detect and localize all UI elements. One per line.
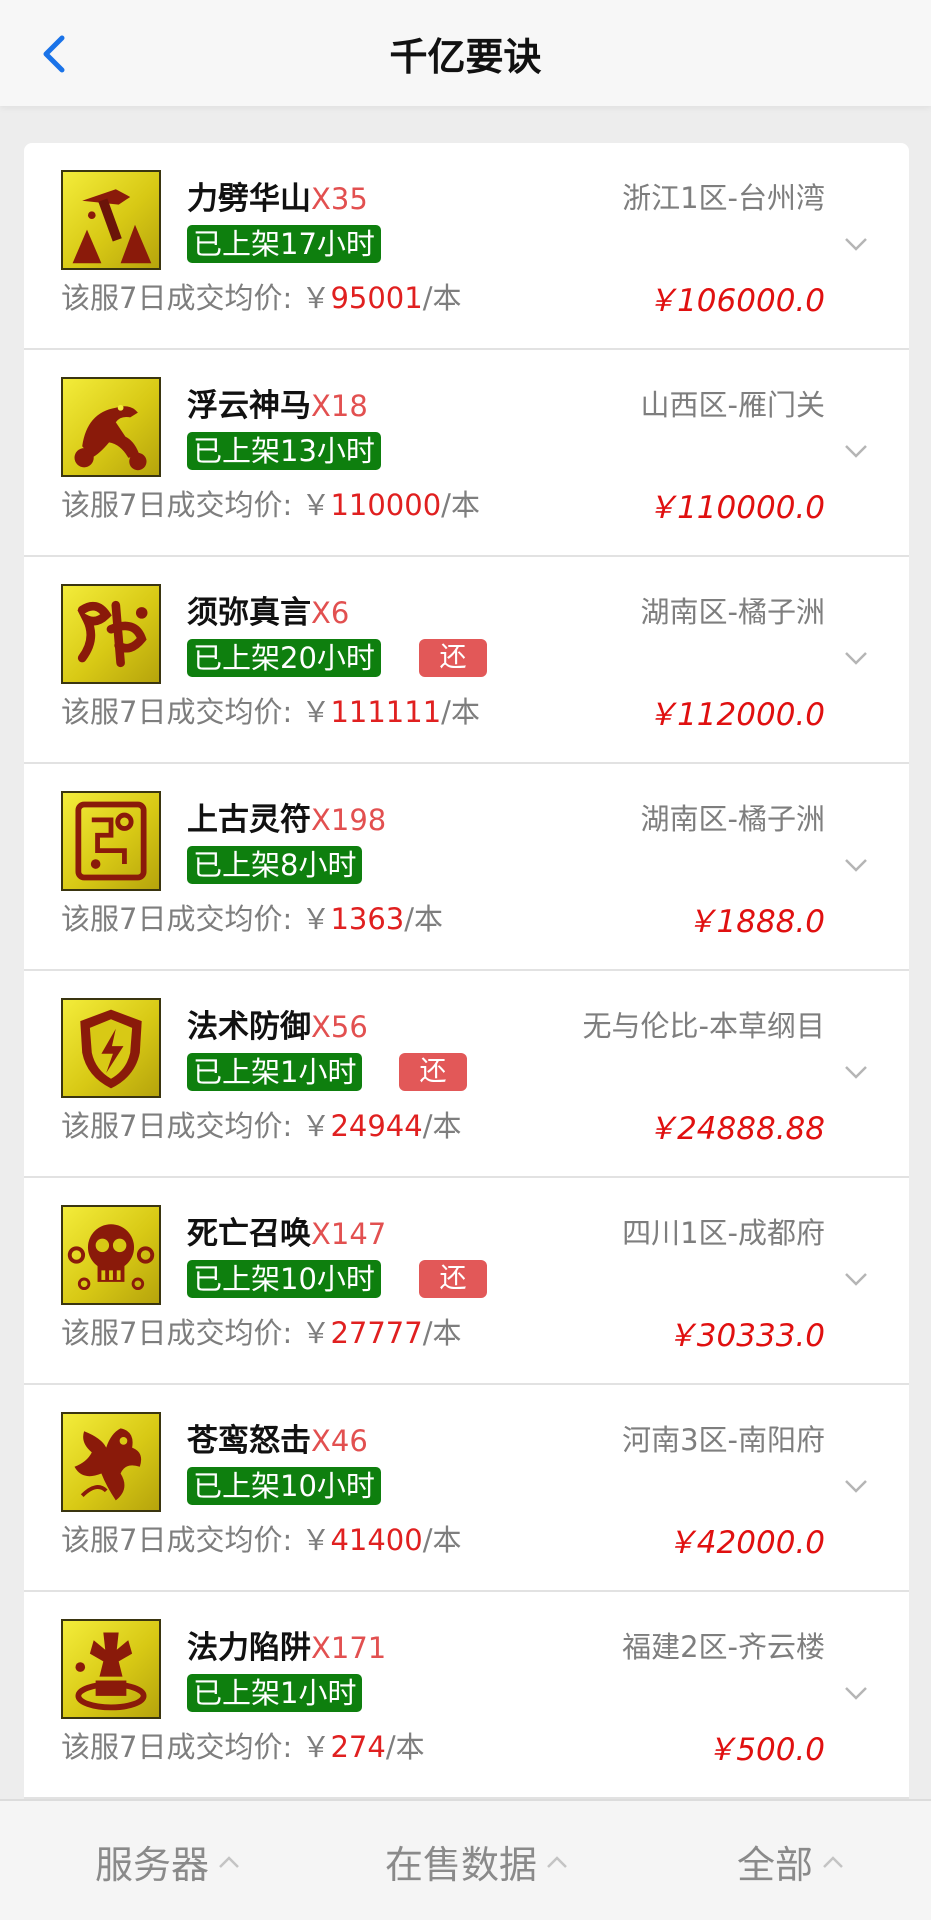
list-item[interactable]: 法力陷阱X171 福建2区-齐云楼 已上架1小时 该服7日成交均价: ￥274/… <box>24 1592 909 1799</box>
chevron-down-icon[interactable] <box>843 1270 869 1288</box>
mantra-icon <box>61 584 161 684</box>
listed-time-badge: 已上架10小时 <box>187 1467 381 1505</box>
chevron-down-icon[interactable] <box>843 856 869 874</box>
server-name: 福建2区-齐云楼 <box>622 1630 825 1664</box>
chevron-up-icon <box>547 1855 567 1868</box>
avg-price-text: 该服7日成交均价: ￥110000/本 <box>61 488 480 522</box>
server-name: 河南3区-南阳府 <box>622 1423 825 1457</box>
list-item[interactable]: 浮云神马X18 山西区-雁门关 已上架13小时 该服7日成交均价: ￥11000… <box>24 350 909 557</box>
listed-time-badge: 已上架1小时 <box>187 1674 363 1712</box>
avg-price-text: 该服7日成交均价: ￥111111/本 <box>61 695 480 729</box>
tab-all[interactable]: 全部 <box>737 1801 845 1920</box>
avg-price-text: 该服7日成交均价: ￥41400/本 <box>61 1523 462 1557</box>
tab-server[interactable]: 服务器 <box>95 1801 241 1920</box>
price: ￥500.0 <box>705 1732 825 1768</box>
chevron-down-icon[interactable] <box>843 442 869 460</box>
server-name: 四川1区-成都府 <box>622 1216 825 1250</box>
return-badge: 还 <box>419 639 487 677</box>
avg-price-text: 该服7日成交均价: ￥27777/本 <box>61 1316 462 1350</box>
list-item[interactable]: 须弥真言X6 湖南区-橘子洲 已上架20小时 还 该服7日成交均价: ￥1111… <box>24 557 909 764</box>
listed-time-badge: 已上架8小时 <box>187 846 363 884</box>
listed-time-badge: 已上架10小时 <box>187 1260 381 1298</box>
server-name: 山西区-雁门关 <box>640 388 825 422</box>
chevron-down-icon[interactable] <box>843 235 869 253</box>
chevron-down-icon[interactable] <box>843 1063 869 1081</box>
skull-icon <box>61 1205 161 1305</box>
item-qty: X56 <box>311 1010 368 1044</box>
item-name: 法力陷阱X171 <box>187 1630 387 1666</box>
eagle-icon <box>61 1412 161 1512</box>
price: ￥110000.0 <box>646 490 825 526</box>
header-bar: 千亿要诀 <box>0 0 931 106</box>
list-item[interactable]: 上古灵符X198 湖南区-橘子洲 已上架8小时 该服7日成交均价: ￥1363/… <box>24 764 909 971</box>
avg-price-text: 该服7日成交均价: ￥24944/本 <box>61 1109 462 1143</box>
price: ￥112000.0 <box>646 697 825 733</box>
tab-sale-data[interactable]: 在售数据 <box>385 1801 569 1920</box>
price: ￥42000.0 <box>665 1525 825 1561</box>
server-name: 湖南区-橘子洲 <box>640 802 825 836</box>
list-item[interactable]: 法术防御X56 无与伦比-本草纲目 已上架1小时 还 该服7日成交均价: ￥24… <box>24 971 909 1178</box>
avg-price-text: 该服7日成交均价: ￥274/本 <box>61 1730 425 1764</box>
list-item[interactable]: 死亡召唤X147 四川1区-成都府 已上架10小时 还 该服7日成交均价: ￥2… <box>24 1178 909 1385</box>
chevron-down-icon[interactable] <box>843 1477 869 1495</box>
avg-price-text: 该服7日成交均价: ￥1363/本 <box>61 902 444 936</box>
chevron-up-icon <box>219 1855 239 1868</box>
tab-label: 全部 <box>737 1843 814 1887</box>
item-qty: X147 <box>311 1217 387 1251</box>
pickaxe-icon <box>61 170 161 270</box>
item-name: 上古灵符X198 <box>187 802 387 838</box>
price: ￥106000.0 <box>646 283 825 319</box>
item-qty: X46 <box>311 1424 368 1458</box>
chevron-down-icon[interactable] <box>843 649 869 667</box>
cloud-horse-icon <box>61 377 161 477</box>
item-qty: X171 <box>311 1631 387 1665</box>
price: ￥30333.0 <box>665 1318 825 1354</box>
server-name: 无与伦比-本草纲目 <box>582 1009 825 1043</box>
chevron-up-icon <box>823 1855 843 1868</box>
chevron-down-icon[interactable] <box>843 1684 869 1702</box>
listed-time-badge: 已上架17小时 <box>187 225 381 263</box>
price: ￥24888.88 <box>646 1111 825 1147</box>
list-item[interactable]: 苍鸾怒击X46 河南3区-南阳府 已上架10小时 该服7日成交均价: ￥4140… <box>24 1385 909 1592</box>
item-name: 力劈华山X35 <box>187 181 368 217</box>
return-badge: 还 <box>399 1053 467 1091</box>
trap-icon <box>61 1619 161 1719</box>
chevron-left-icon <box>43 35 65 73</box>
shield-lightning-icon <box>61 998 161 1098</box>
page-title: 千亿要诀 <box>389 34 542 79</box>
item-name: 浮云神马X18 <box>187 388 368 424</box>
listing-card: 力劈华山X35 浙江1区-台州湾 已上架17小时 该服7日成交均价: ￥9500… <box>24 143 909 1843</box>
item-name: 法术防御X56 <box>187 1009 368 1045</box>
item-name: 苍鸾怒击X46 <box>187 1423 368 1459</box>
avg-price-text: 该服7日成交均价: ￥95001/本 <box>61 281 462 315</box>
price: ￥1888.0 <box>685 904 825 940</box>
filter-bar: 服务器 在售数据 全部 <box>0 1799 931 1920</box>
item-qty: X18 <box>311 389 368 423</box>
server-name: 湖南区-橘子洲 <box>640 595 825 629</box>
return-badge: 还 <box>419 1260 487 1298</box>
listed-time-badge: 已上架20小时 <box>187 639 381 677</box>
server-name: 浙江1区-台州湾 <box>622 181 825 215</box>
item-name: 死亡召唤X147 <box>187 1216 387 1252</box>
tab-label: 服务器 <box>95 1843 210 1887</box>
item-qty: X35 <box>311 182 368 216</box>
item-name: 须弥真言X6 <box>187 595 350 631</box>
item-qty: X6 <box>311 596 350 630</box>
listed-time-badge: 已上架1小时 <box>187 1053 363 1091</box>
back-button[interactable] <box>34 26 74 82</box>
list-item[interactable]: 力劈华山X35 浙江1区-台州湾 已上架17小时 该服7日成交均价: ￥9500… <box>24 143 909 350</box>
item-qty: X198 <box>311 803 387 837</box>
listed-time-badge: 已上架13小时 <box>187 432 381 470</box>
tab-label: 在售数据 <box>385 1843 538 1887</box>
talisman-icon <box>61 791 161 891</box>
